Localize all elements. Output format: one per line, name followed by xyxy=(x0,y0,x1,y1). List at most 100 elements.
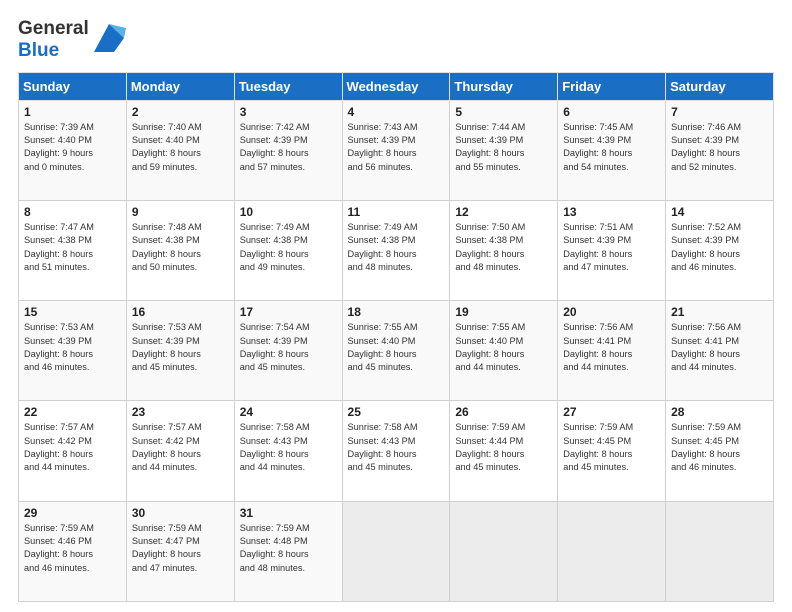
day-number: 27 xyxy=(563,405,660,419)
day-number: 19 xyxy=(455,305,552,319)
day-info: Sunrise: 7:51 AMSunset: 4:39 PMDaylight:… xyxy=(563,221,660,274)
calendar-cell: 27 Sunrise: 7:59 AMSunset: 4:45 PMDayligh… xyxy=(558,401,666,501)
calendar-cell xyxy=(666,501,774,601)
day-info: Sunrise: 7:56 AMSunset: 4:41 PMDaylight:… xyxy=(671,321,768,374)
calendar-cell: 7 Sunrise: 7:46 AMSunset: 4:39 PMDaylight… xyxy=(666,100,774,200)
calendar-cell: 29 Sunrise: 7:59 AMSunset: 4:46 PMDayligh… xyxy=(19,501,127,601)
day-info: Sunrise: 7:55 AMSunset: 4:40 PMDaylight:… xyxy=(348,321,445,374)
day-info: Sunrise: 7:57 AMSunset: 4:42 PMDaylight:… xyxy=(132,421,229,474)
column-header-thursday: Thursday xyxy=(450,72,558,100)
logo-blue: Blue xyxy=(18,40,89,62)
calendar-week-5: 29 Sunrise: 7:59 AMSunset: 4:46 PMDayligh… xyxy=(19,501,774,601)
day-info: Sunrise: 7:48 AMSunset: 4:38 PMDaylight:… xyxy=(132,221,229,274)
day-info: Sunrise: 7:54 AMSunset: 4:39 PMDaylight:… xyxy=(240,321,337,374)
day-number: 22 xyxy=(24,405,121,419)
day-number: 5 xyxy=(455,105,552,119)
calendar-week-4: 22 Sunrise: 7:57 AMSunset: 4:42 PMDayligh… xyxy=(19,401,774,501)
day-info: Sunrise: 7:44 AMSunset: 4:39 PMDaylight:… xyxy=(455,121,552,174)
day-info: Sunrise: 7:53 AMSunset: 4:39 PMDaylight:… xyxy=(132,321,229,374)
logo: General Blue xyxy=(18,18,126,62)
column-header-sunday: Sunday xyxy=(19,72,127,100)
day-number: 6 xyxy=(563,105,660,119)
calendar-cell: 22 Sunrise: 7:57 AMSunset: 4:42 PMDayligh… xyxy=(19,401,127,501)
calendar-cell: 12 Sunrise: 7:50 AMSunset: 4:38 PMDayligh… xyxy=(450,200,558,300)
day-info: Sunrise: 7:45 AMSunset: 4:39 PMDaylight:… xyxy=(563,121,660,174)
day-number: 17 xyxy=(240,305,337,319)
day-number: 14 xyxy=(671,205,768,219)
day-number: 31 xyxy=(240,506,337,520)
day-info: Sunrise: 7:59 AMSunset: 4:44 PMDaylight:… xyxy=(455,421,552,474)
calendar-week-3: 15 Sunrise: 7:53 AMSunset: 4:39 PMDayligh… xyxy=(19,301,774,401)
calendar-cell: 18 Sunrise: 7:55 AMSunset: 4:40 PMDayligh… xyxy=(342,301,450,401)
calendar-week-1: 1Sunrise: 7:39 AMSunset: 4:40 PMDaylight… xyxy=(19,100,774,200)
column-header-wednesday: Wednesday xyxy=(342,72,450,100)
day-info: Sunrise: 7:43 AMSunset: 4:39 PMDaylight:… xyxy=(348,121,445,174)
day-number: 26 xyxy=(455,405,552,419)
calendar-cell: 26 Sunrise: 7:59 AMSunset: 4:44 PMDayligh… xyxy=(450,401,558,501)
day-info: Sunrise: 7:59 AMSunset: 4:45 PMDaylight:… xyxy=(671,421,768,474)
day-info: Sunrise: 7:55 AMSunset: 4:40 PMDaylight:… xyxy=(455,321,552,374)
calendar-cell: 16 Sunrise: 7:53 AMSunset: 4:39 PMDayligh… xyxy=(126,301,234,401)
calendar-cell: 17 Sunrise: 7:54 AMSunset: 4:39 PMDayligh… xyxy=(234,301,342,401)
day-number: 3 xyxy=(240,105,337,119)
calendar-cell: 21 Sunrise: 7:56 AMSunset: 4:41 PMDayligh… xyxy=(666,301,774,401)
day-info: Sunrise: 7:46 AMSunset: 4:39 PMDaylight:… xyxy=(671,121,768,174)
day-info: Sunrise: 7:59 AMSunset: 4:45 PMDaylight:… xyxy=(563,421,660,474)
day-number: 21 xyxy=(671,305,768,319)
calendar-cell: 5 Sunrise: 7:44 AMSunset: 4:39 PMDaylight… xyxy=(450,100,558,200)
day-number: 25 xyxy=(348,405,445,419)
day-info: Sunrise: 7:58 AMSunset: 4:43 PMDaylight:… xyxy=(240,421,337,474)
calendar-cell: 2 Sunrise: 7:40 AMSunset: 4:40 PMDaylight… xyxy=(126,100,234,200)
day-number: 18 xyxy=(348,305,445,319)
day-number: 13 xyxy=(563,205,660,219)
day-number: 28 xyxy=(671,405,768,419)
day-info: Sunrise: 7:50 AMSunset: 4:38 PMDaylight:… xyxy=(455,221,552,274)
column-header-tuesday: Tuesday xyxy=(234,72,342,100)
day-number: 2 xyxy=(132,105,229,119)
day-info: Sunrise: 7:40 AMSunset: 4:40 PMDaylight:… xyxy=(132,121,229,174)
calendar-cell: 31 Sunrise: 7:59 AMSunset: 4:48 PMDayligh… xyxy=(234,501,342,601)
day-number: 12 xyxy=(455,205,552,219)
calendar-cell: 24 Sunrise: 7:58 AMSunset: 4:43 PMDayligh… xyxy=(234,401,342,501)
day-info: Sunrise: 7:56 AMSunset: 4:41 PMDaylight:… xyxy=(563,321,660,374)
header: General Blue xyxy=(18,18,774,62)
calendar-cell: 14Sunrise: 7:52 AMSunset: 4:39 PMDayligh… xyxy=(666,200,774,300)
calendar-cell: 10 Sunrise: 7:49 AMSunset: 4:38 PMDayligh… xyxy=(234,200,342,300)
day-number: 10 xyxy=(240,205,337,219)
calendar-table: SundayMondayTuesdayWednesdayThursdayFrid… xyxy=(18,72,774,602)
day-number: 30 xyxy=(132,506,229,520)
calendar-cell: 4 Sunrise: 7:43 AMSunset: 4:39 PMDaylight… xyxy=(342,100,450,200)
day-number: 4 xyxy=(348,105,445,119)
day-info: Sunrise: 7:49 AMSunset: 4:38 PMDaylight:… xyxy=(240,221,337,274)
calendar-cell: 19 Sunrise: 7:55 AMSunset: 4:40 PMDayligh… xyxy=(450,301,558,401)
day-number: 7 xyxy=(671,105,768,119)
day-number: 16 xyxy=(132,305,229,319)
day-number: 29 xyxy=(24,506,121,520)
calendar-cell: 20 Sunrise: 7:56 AMSunset: 4:41 PMDayligh… xyxy=(558,301,666,401)
column-header-monday: Monday xyxy=(126,72,234,100)
calendar-cell: 25 Sunrise: 7:58 AMSunset: 4:43 PMDayligh… xyxy=(342,401,450,501)
page: General Blue SundayMondayTuesdayWednesda… xyxy=(0,0,792,612)
day-number: 1 xyxy=(24,105,121,119)
day-info: Sunrise: 7:57 AMSunset: 4:42 PMDaylight:… xyxy=(24,421,121,474)
day-info: Sunrise: 7:59 AMSunset: 4:47 PMDaylight:… xyxy=(132,522,229,575)
day-info: Sunrise: 7:59 AMSunset: 4:48 PMDaylight:… xyxy=(240,522,337,575)
day-number: 9 xyxy=(132,205,229,219)
calendar-cell: 13 Sunrise: 7:51 AMSunset: 4:39 PMDayligh… xyxy=(558,200,666,300)
day-info: Sunrise: 7:47 AMSunset: 4:38 PMDaylight:… xyxy=(24,221,121,274)
calendar-cell: 8Sunrise: 7:47 AMSunset: 4:38 PMDaylight… xyxy=(19,200,127,300)
day-info: Sunrise: 7:42 AMSunset: 4:39 PMDaylight:… xyxy=(240,121,337,174)
day-number: 24 xyxy=(240,405,337,419)
day-info: Sunrise: 7:58 AMSunset: 4:43 PMDaylight:… xyxy=(348,421,445,474)
day-number: 23 xyxy=(132,405,229,419)
calendar-cell: 15Sunrise: 7:53 AMSunset: 4:39 PMDayligh… xyxy=(19,301,127,401)
calendar-cell: 6 Sunrise: 7:45 AMSunset: 4:39 PMDaylight… xyxy=(558,100,666,200)
day-info: Sunrise: 7:59 AMSunset: 4:46 PMDaylight:… xyxy=(24,522,121,575)
calendar-cell: 9 Sunrise: 7:48 AMSunset: 4:38 PMDaylight… xyxy=(126,200,234,300)
calendar-cell: 30 Sunrise: 7:59 AMSunset: 4:47 PMDayligh… xyxy=(126,501,234,601)
day-number: 20 xyxy=(563,305,660,319)
day-number: 15 xyxy=(24,305,121,319)
day-number: 11 xyxy=(348,205,445,219)
calendar-week-2: 8Sunrise: 7:47 AMSunset: 4:38 PMDaylight… xyxy=(19,200,774,300)
calendar-cell xyxy=(558,501,666,601)
